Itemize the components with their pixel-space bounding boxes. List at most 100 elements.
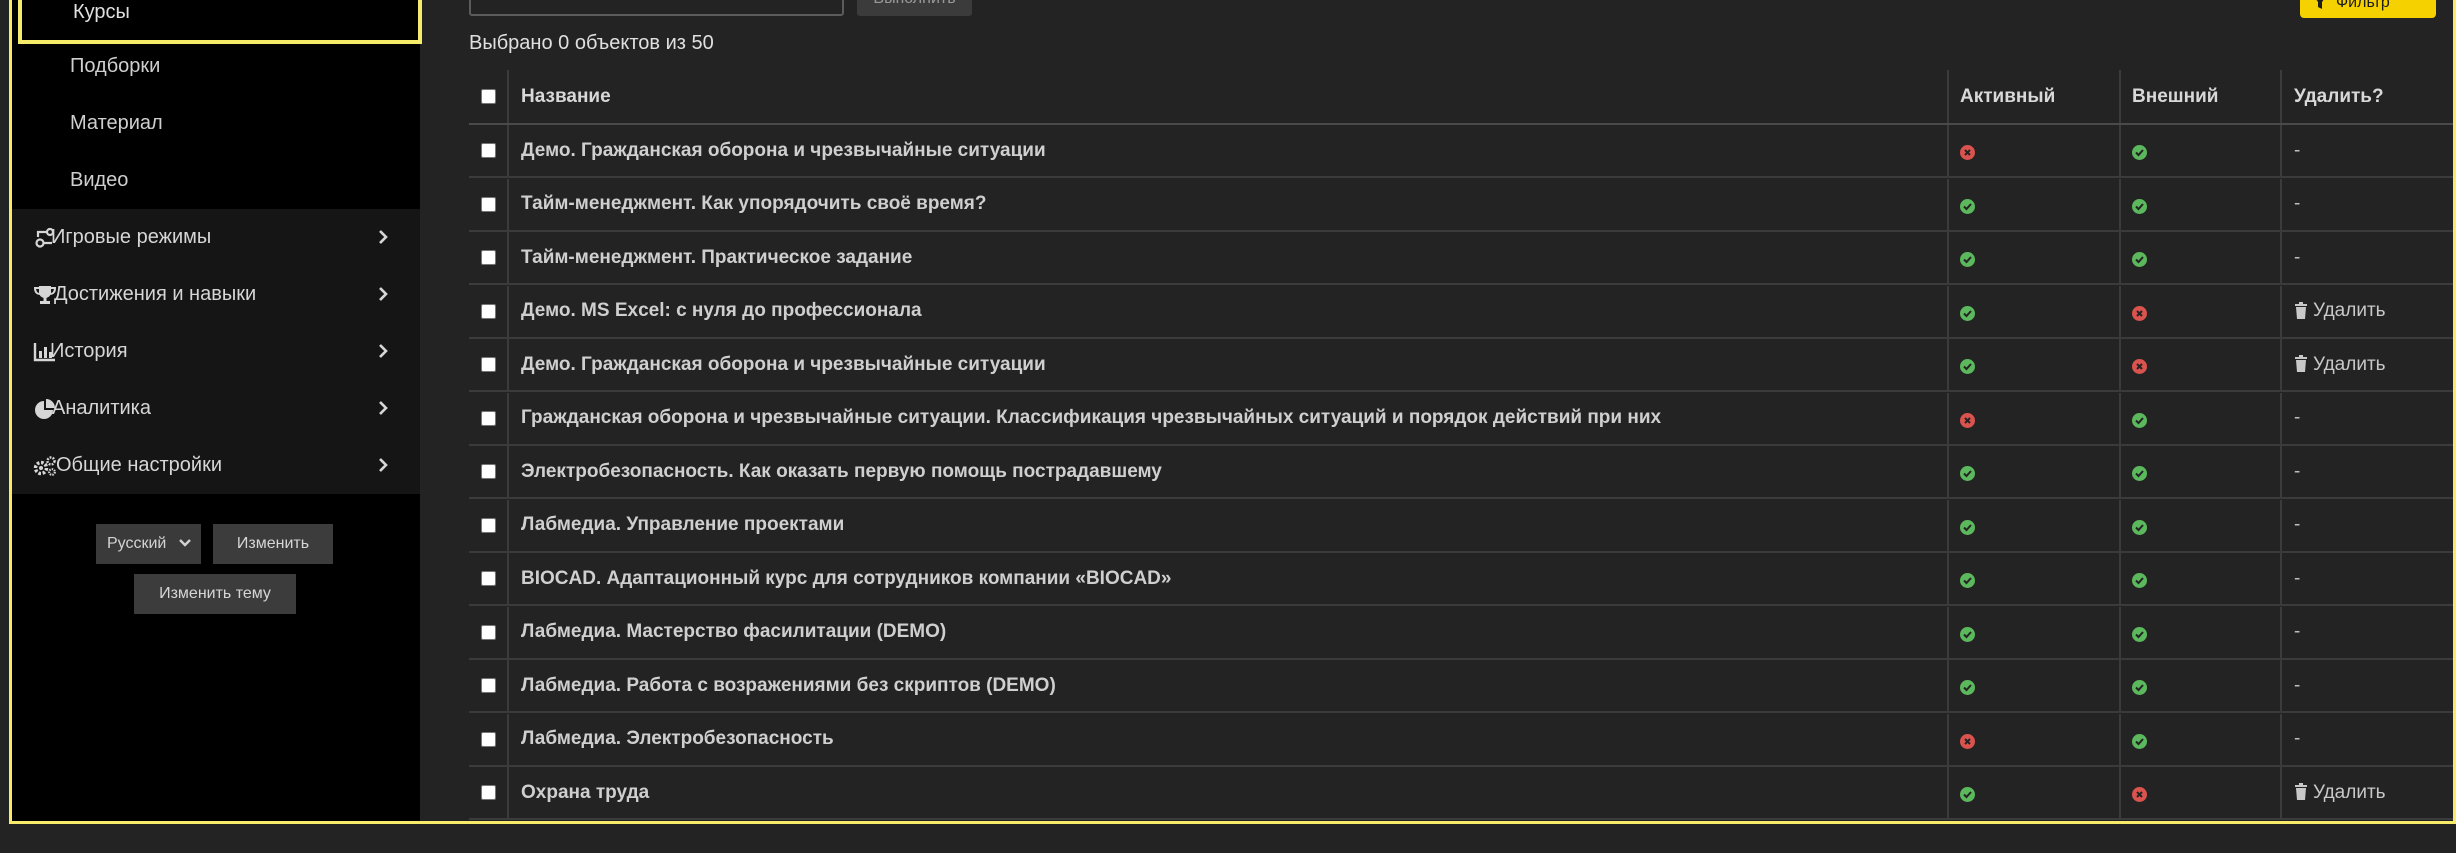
select-all-checkbox[interactable] bbox=[480, 89, 496, 104]
trash-icon bbox=[2295, 355, 2307, 372]
delete-cell: - bbox=[2282, 660, 2453, 711]
external-status-cell bbox=[2121, 499, 2282, 551]
table-row: Демо. Гражданская оборона и чрезвычайные… bbox=[469, 125, 2453, 178]
table-row: BIOCAD. Адаптационный курс для сотрудник… bbox=[469, 553, 2453, 606]
delete-cell: - bbox=[2282, 125, 2453, 176]
check-circle-icon bbox=[2132, 198, 2147, 214]
delete-cell: - bbox=[2282, 714, 2453, 765]
delete-link[interactable]: Удалить bbox=[2294, 782, 2386, 804]
sidebar-item-analytics[interactable]: Аналитика bbox=[12, 380, 420, 437]
delete-placeholder: - bbox=[2294, 460, 2301, 482]
sidebar-item-general-settings[interactable]: Общие настройки bbox=[12, 437, 420, 494]
chevron-right-icon bbox=[379, 287, 388, 301]
sidebar-item-material[interactable]: Материал bbox=[12, 95, 420, 152]
x-circle-icon bbox=[2132, 305, 2147, 321]
row-checkbox[interactable] bbox=[480, 250, 496, 265]
row-checkbox[interactable] bbox=[480, 678, 496, 693]
sidebar-item-game-modes[interactable]: Игровые режимы bbox=[12, 209, 420, 266]
external-status-cell bbox=[2121, 446, 2282, 497]
check-circle-icon bbox=[1960, 198, 1975, 214]
sidebar-item-video[interactable]: Видео bbox=[12, 152, 420, 209]
course-name-link[interactable]: Лабмедиа. Электробезопасность bbox=[509, 713, 1949, 765]
course-name-link[interactable]: BIOCAD. Адаптационный курс для сотрудник… bbox=[509, 553, 1949, 604]
language-select[interactable]: Русский bbox=[96, 524, 201, 564]
course-name-link[interactable]: Электробезопасность. Как оказать первую … bbox=[509, 446, 1949, 497]
external-status-cell bbox=[2121, 767, 2282, 818]
column-header-name[interactable]: Название bbox=[509, 70, 1949, 123]
external-status-cell bbox=[2121, 660, 2282, 711]
row-checkbox[interactable] bbox=[480, 731, 496, 747]
nav-label: Аналитика bbox=[52, 397, 151, 419]
course-name-link[interactable]: Демо. Гражданская оборона и чрезвычайные… bbox=[509, 125, 1949, 176]
filter-button[interactable]: Фильтр bbox=[2300, 0, 2436, 18]
delete-placeholder: - bbox=[2294, 139, 2301, 161]
row-checkbox-cell bbox=[469, 125, 509, 176]
course-name-link[interactable]: Лабмедиа. Работа с возражениями без скри… bbox=[509, 660, 1949, 711]
delete-placeholder: - bbox=[2294, 728, 2301, 749]
language-value: Русский bbox=[107, 535, 167, 552]
delete-cell: Удалить bbox=[2282, 286, 2453, 337]
change-theme-button[interactable]: Изменить тему bbox=[134, 574, 296, 614]
course-name-link[interactable]: Демо. Гражданская оборона и чрезвычайные… bbox=[509, 339, 1949, 390]
nav-label: Достижения и навыки bbox=[54, 283, 257, 305]
row-checkbox-cell bbox=[469, 767, 509, 818]
row-checkbox[interactable] bbox=[480, 464, 496, 479]
check-circle-icon bbox=[2132, 145, 2147, 160]
row-checkbox[interactable] bbox=[480, 624, 496, 640]
active-status-cell bbox=[1949, 767, 2121, 818]
check-circle-icon bbox=[2132, 626, 2147, 642]
row-checkbox[interactable] bbox=[480, 196, 496, 212]
column-header-external[interactable]: Внешний bbox=[2121, 70, 2282, 123]
row-checkbox[interactable] bbox=[480, 303, 496, 319]
active-status-cell bbox=[1949, 285, 2121, 337]
course-name-link[interactable]: Демо. MS Excel: с нуля до профессионала bbox=[509, 285, 1949, 337]
row-checkbox[interactable] bbox=[480, 357, 496, 372]
external-status-cell bbox=[2121, 553, 2282, 604]
table-row: Лабмедиа. Мастерство фасилитации (DEMO) - bbox=[469, 606, 2453, 660]
check-circle-icon bbox=[2132, 412, 2147, 428]
main-content: Выполнить Фильтр Выбрано 0 объектов из 5… bbox=[420, 0, 2453, 821]
chevron-right-icon bbox=[379, 458, 388, 472]
check-circle-icon bbox=[2132, 519, 2147, 535]
course-name-link[interactable]: Гражданская оборона и чрезвычайные ситуа… bbox=[509, 392, 1949, 444]
filter-icon bbox=[2316, 0, 2324, 9]
row-checkbox[interactable] bbox=[480, 571, 496, 586]
delete-placeholder: - bbox=[2294, 674, 2301, 696]
check-circle-icon bbox=[2132, 733, 2147, 749]
course-name-link[interactable]: Лабмедиа. Мастерство фасилитации (DEMO) bbox=[509, 606, 1949, 658]
row-checkbox[interactable] bbox=[480, 785, 496, 800]
run-action-button[interactable]: Выполнить bbox=[857, 0, 972, 16]
delete-link[interactable]: Удалить bbox=[2294, 354, 2386, 376]
table-row: Демо. MS Excel: с нуля до профессионала У… bbox=[469, 285, 2453, 339]
sidebar-item-achievements[interactable]: Достижения и навыки bbox=[12, 266, 420, 323]
delete-cell: - bbox=[2282, 393, 2453, 444]
check-circle-icon bbox=[1960, 359, 1975, 374]
active-status-cell bbox=[1949, 392, 2121, 444]
active-status-cell bbox=[1949, 660, 2121, 711]
course-name-link[interactable]: Тайм-менеджмент. Практическое задание bbox=[509, 232, 1949, 283]
delete-cell: - bbox=[2282, 500, 2453, 551]
course-name-link[interactable]: Лабмедиа. Управление проектами bbox=[509, 499, 1949, 551]
course-name-link[interactable]: Тайм-менеджмент. Как упорядочить своё вр… bbox=[509, 178, 1949, 230]
delete-link[interactable]: Удалить bbox=[2294, 300, 2386, 322]
sidebar-item-history[interactable]: История bbox=[12, 323, 420, 380]
sidebar-item-collections[interactable]: Подборки bbox=[12, 38, 420, 95]
action-select[interactable] bbox=[469, 0, 844, 16]
change-language-button[interactable]: Изменить bbox=[213, 524, 333, 564]
row-checkbox[interactable] bbox=[480, 143, 496, 158]
selection-counter: Выбрано 0 объектов из 50 bbox=[469, 32, 714, 54]
chevron-right-icon bbox=[379, 401, 388, 415]
row-checkbox[interactable] bbox=[480, 410, 496, 426]
course-name-link[interactable]: Охрана труда bbox=[509, 767, 1949, 818]
check-circle-icon bbox=[1960, 787, 1975, 802]
row-checkbox-cell bbox=[469, 660, 509, 711]
table-row: Гражданская оборона и чрезвычайные ситуа… bbox=[469, 392, 2453, 446]
delete-label: Удалить bbox=[2313, 781, 2386, 803]
check-circle-icon bbox=[2132, 252, 2147, 267]
row-checkbox[interactable] bbox=[480, 517, 496, 533]
external-status-cell bbox=[2121, 606, 2282, 658]
column-header-active[interactable]: Активный bbox=[1949, 70, 2121, 123]
check-circle-icon bbox=[1960, 626, 1975, 642]
nav-label: Игровые режимы bbox=[51, 226, 212, 248]
x-circle-icon bbox=[1960, 733, 1975, 749]
